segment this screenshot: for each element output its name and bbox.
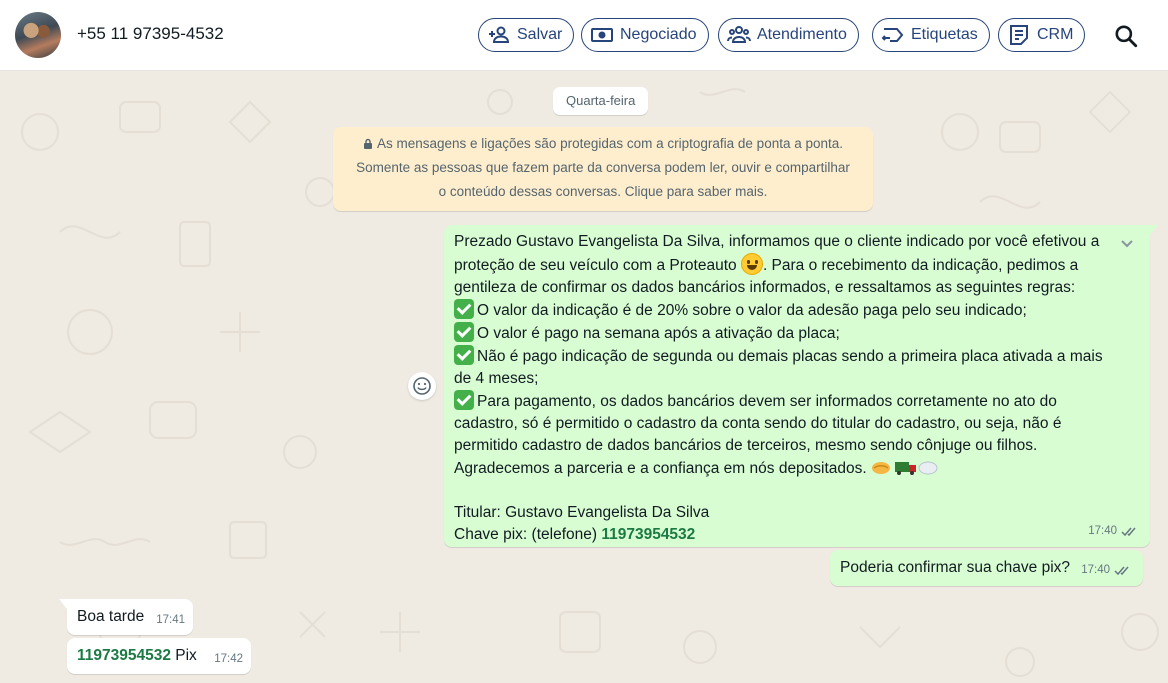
message-text: Para pagamento, os dados bancários devem… (477, 393, 1057, 410)
message-text: Pix (170, 647, 197, 664)
message-line: gentileza de confirmar os dados bancário… (454, 279, 1076, 296)
chat-header: +55 11 97395-4532 Salvar Negociado Atend… (0, 0, 1168, 71)
handshake-truck-cloud-emoji-icon (872, 461, 938, 475)
search-icon (1115, 25, 1138, 48)
message-line: proteção de seu veículo com a Proteauto … (454, 253, 1140, 277)
message-time: 17:42 (214, 653, 243, 665)
message-text: proteção de seu veículo com a Proteauto (454, 257, 741, 274)
message-line: Não é pago indicação de segunda ou demai… (454, 345, 1140, 368)
check-mark-emoji-icon (454, 299, 474, 319)
check-mark-emoji-icon (454, 390, 474, 410)
double-check-icon (1114, 566, 1129, 575)
message-line: Agradecemos a parceria e a confiança em … (454, 457, 1140, 480)
message-meta: 17:40 (1088, 520, 1138, 542)
search-button[interactable] (1113, 23, 1139, 49)
message-line: O valor da indicação é de 20% sobre o va… (454, 299, 1140, 322)
tag-icon (881, 28, 904, 42)
save-contact-label: Salvar (517, 26, 563, 43)
negotiated-label: Negociado (620, 26, 697, 43)
message-line: permitido cadastro de dados bancários de… (454, 437, 1038, 454)
incoming-message[interactable]: Boa tarde 17:41 (59, 599, 193, 635)
chevron-down-icon (1121, 240, 1133, 248)
message-text: Agradecemos a parceria e a confiança em … (454, 460, 872, 477)
crm-label: CRM (1037, 26, 1074, 43)
lock-icon (363, 138, 372, 149)
message-line: Para pagamento, os dados bancários devem… (454, 390, 1140, 413)
message-meta: 17:40 (1081, 559, 1131, 581)
tags-button[interactable]: Etiquetas (872, 18, 990, 52)
encryption-line-2: Somente as pessoas que fazem parte da co… (356, 160, 850, 175)
message-text: Boa tarde (77, 608, 145, 625)
encryption-text-1: As mensagens e ligações são protegidas c… (376, 136, 844, 151)
message-text: Chave pix: (telefone) (454, 526, 602, 543)
service-button[interactable]: Atendimento (718, 18, 859, 52)
crm-button[interactable]: CRM (998, 18, 1086, 52)
encryption-notice[interactable]: As mensagens e ligações são protegidas c… (333, 127, 873, 211)
encryption-line-1: As mensagens e ligações são protegidas c… (333, 132, 873, 156)
message-line: O valor é pago na semana após a ativação… (454, 322, 1140, 345)
message-text: Poderia confirmar sua chave pix? (840, 559, 1071, 576)
message-meta: 17:41 (156, 609, 185, 631)
save-contact-button[interactable]: Salvar (478, 18, 575, 52)
double-check-icon (1121, 527, 1136, 536)
chat-panel[interactable]: Quarta-feira As mensagens e ligações são… (0, 72, 1168, 683)
message-line: Chave pix: (telefone) 11973954532 (454, 524, 1140, 546)
date-separator: Quarta-feira (553, 87, 649, 115)
message-line: Titular: Gustavo Evangelista Da Silva (454, 504, 710, 521)
message-text: O valor é pago na semana após a ativação… (477, 325, 840, 342)
encryption-line-3: o conteúdo dessas conversas. Clique para… (438, 184, 768, 199)
outgoing-message-long[interactable]: Prezado Gustavo Evangelista Da Silva, in… (444, 225, 1158, 547)
message-time: 17:40 (1088, 525, 1117, 537)
check-mark-emoji-icon (454, 345, 474, 365)
note-icon (1010, 25, 1028, 45)
service-label: Atendimento (757, 26, 847, 43)
pix-phone-link[interactable]: 11973954532 (601, 526, 695, 543)
contact-avatar[interactable] (15, 12, 61, 58)
money-icon (591, 28, 613, 42)
message-text: Não é pago indicação de segunda ou demai… (477, 348, 1103, 365)
emoji-reaction-button[interactable] (408, 372, 436, 400)
message-text: O valor da indicação é de 20% sobre o va… (477, 302, 1027, 319)
add-person-icon (489, 26, 510, 43)
pix-phone-link[interactable]: 11973954532 (77, 647, 171, 664)
message-line: de 4 meses; (454, 370, 539, 387)
grinning-emoji-icon (740, 253, 763, 275)
message-time: 17:41 (156, 614, 185, 626)
message-meta: 17:42 (214, 648, 243, 670)
incoming-message[interactable]: 11973954532 Pix 17:42 (67, 638, 251, 674)
message-line: cadastro, só é permitido o cadastro da c… (454, 415, 1062, 432)
tags-label: Etiquetas (911, 26, 978, 43)
message-line: Prezado Gustavo Evangelista Da Silva, in… (454, 233, 1100, 250)
message-time: 17:40 (1081, 564, 1110, 576)
message-menu-button[interactable] (1118, 235, 1136, 253)
message-text: . Para o recebimento da indicação, pedim… (762, 257, 1079, 274)
outgoing-message-short[interactable]: Poderia confirmar sua chave pix? 17:40 (830, 550, 1143, 586)
smiley-icon (413, 377, 431, 395)
check-mark-emoji-icon (454, 322, 474, 342)
contact-name[interactable]: +55 11 97395-4532 (77, 24, 224, 44)
negotiated-button[interactable]: Negociado (581, 18, 709, 52)
people-icon (727, 26, 751, 43)
